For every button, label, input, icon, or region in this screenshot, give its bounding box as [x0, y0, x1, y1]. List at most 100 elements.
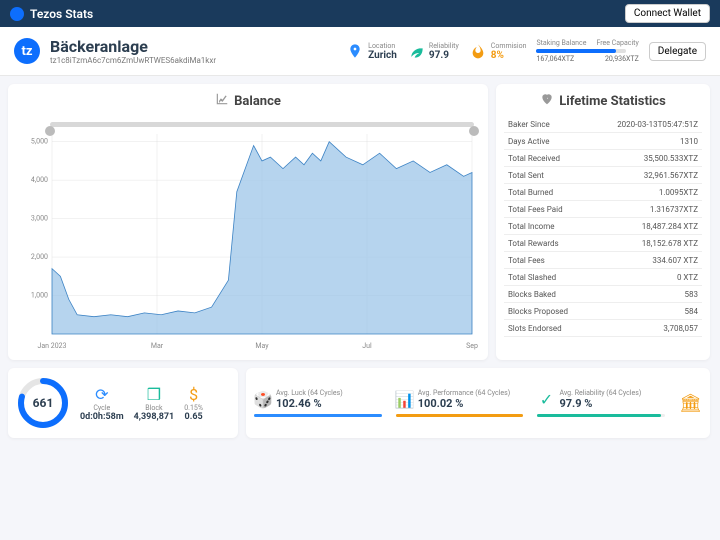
- stat-value: 334.607 XTZ: [590, 252, 702, 269]
- reliability-value: 97.9: [429, 50, 459, 61]
- free-capacity-value: 20,936XTZ: [605, 55, 639, 63]
- stat-value: 18,152.678 XTZ: [590, 235, 702, 252]
- stat-value: 3,708,057: [590, 320, 702, 337]
- location-label: Location: [368, 42, 397, 50]
- baker-avatar: tz: [14, 38, 40, 64]
- dice-icon: 🎲: [254, 391, 272, 409]
- stat-key: Baker Since: [504, 116, 590, 133]
- shield-check-icon: ✓: [537, 391, 555, 409]
- stat-value: 18,487.284 XTZ: [590, 218, 702, 235]
- table-row: Days Active1310: [504, 133, 702, 150]
- cycle-gauge: 661: [16, 376, 70, 430]
- stat-value: 0 XTZ: [590, 269, 702, 286]
- leaf-icon: [407, 42, 425, 60]
- lifetime-stats-table: Baker Since2020-03-13T05:47:51ZDays Acti…: [504, 116, 702, 337]
- free-capacity-label: Free Capacity: [596, 39, 638, 47]
- stat-key: Total Slashed: [504, 269, 590, 286]
- baker-name: Bäckeranlage: [50, 37, 216, 56]
- table-row: Total Sent32,961.567XTZ: [504, 167, 702, 184]
- stat-key: Slots Endorsed: [504, 320, 590, 337]
- avg-rel-label: Avg. Reliability (64 Cycles): [559, 389, 641, 397]
- avg-perf-label: Avg. Performance (64 Cycles): [418, 389, 510, 397]
- block-value: 4,398,871: [134, 412, 175, 422]
- commission-metric: Commision8%: [469, 42, 527, 61]
- stat-value: 1310: [590, 133, 702, 150]
- avg-luck-label: Avg. Luck (64 Cycles): [276, 389, 343, 397]
- table-row: Total Rewards18,152.678 XTZ: [504, 235, 702, 252]
- balance-card: Balance 1,0002,0003,0004,0005,000Jan 202…: [8, 84, 488, 360]
- heartbeat-icon: [540, 92, 554, 110]
- delegate-button[interactable]: Delegate: [649, 42, 706, 61]
- svg-text:5,000: 5,000: [31, 138, 48, 146]
- building-icon: 🏛: [679, 393, 702, 414]
- stat-value: 583: [590, 286, 702, 303]
- avg-rel-value: 97.9 %: [559, 397, 641, 410]
- balance-chart[interactable]: 1,0002,0003,0004,0005,000Jan 2023MarMayJ…: [16, 116, 480, 352]
- table-row: Total Burned1.0095XTZ: [504, 184, 702, 201]
- stat-value: 35,500.533XTZ: [590, 150, 702, 167]
- table-row: Total Income18,487.284 XTZ: [504, 218, 702, 235]
- svg-text:4,000: 4,000: [31, 176, 48, 184]
- table-row: Total Received35,500.533XTZ: [504, 150, 702, 167]
- table-row: Total Slashed0 XTZ: [504, 269, 702, 286]
- gauge-value: 661: [16, 376, 70, 430]
- map-marker-icon: [346, 42, 364, 60]
- baker-header: tz Bäckeranlage tz1c8iTzmA6c7cm6ZmUwRTWE…: [0, 27, 720, 76]
- stat-value: 32,961.567XTZ: [590, 167, 702, 184]
- stat-key: Total Sent: [504, 167, 590, 184]
- stat-key: Total Burned: [504, 184, 590, 201]
- staking-bar: [536, 49, 626, 53]
- table-row: Blocks Baked583: [504, 286, 702, 303]
- stat-key: Total Rewards: [504, 235, 590, 252]
- block-label: Block: [134, 404, 175, 412]
- flame-icon: [469, 42, 487, 60]
- location-metric: LocationZurich: [346, 42, 397, 61]
- svg-text:Jan 2023: Jan 2023: [37, 342, 66, 350]
- topbar: Tezos Stats Connect Wallet: [0, 0, 720, 27]
- stat-key: Blocks Baked: [504, 286, 590, 303]
- baker-address[interactable]: tz1c8iTzmA6c7cm6ZmUwRTWES6akdiMa1kxr: [50, 56, 216, 65]
- stat-value: 584: [590, 303, 702, 320]
- stat-key: Days Active: [504, 133, 590, 150]
- stat-key: Total Received: [504, 150, 590, 167]
- avg-performance: 📊 Avg. Performance (64 Cycles)100.02 %: [396, 389, 524, 417]
- stat-key: Total Fees Paid: [504, 201, 590, 218]
- stat-value: 2020-03-13T05:47:51Z: [590, 116, 702, 133]
- table-row: Total Fees334.607 XTZ: [504, 252, 702, 269]
- app-title: Tezos Stats: [30, 7, 93, 21]
- staking-balance-label: Staking Balance: [536, 39, 586, 47]
- staking-block: Staking Balance Free Capacity 167,064XTZ 2…: [536, 39, 638, 63]
- refresh-icon: ⟳: [80, 385, 124, 404]
- lifetime-card: Lifetime Statistics Baker Since2020-03-1…: [496, 84, 710, 360]
- reliability-metric: Reliability97.9: [407, 42, 459, 61]
- svg-text:Mar: Mar: [151, 342, 164, 350]
- cycle-label: Cycle: [80, 404, 124, 412]
- time-slider[interactable]: [50, 122, 474, 127]
- stat-key: Total Income: [504, 218, 590, 235]
- slider-handle-left[interactable]: [45, 126, 55, 136]
- inflation-label: 0.15%: [184, 404, 203, 412]
- cube-icon: ❒: [134, 385, 175, 404]
- lifetime-title: Lifetime Statistics: [559, 94, 666, 109]
- table-row: Slots Endorsed3,708,057: [504, 320, 702, 337]
- stat-value: 1.0095XTZ: [590, 184, 702, 201]
- commission-value: 8%: [491, 50, 527, 61]
- staking-balance-value: 167,064XTZ: [536, 55, 574, 63]
- connect-wallet-button[interactable]: Connect Wallet: [625, 4, 710, 23]
- slider-handle-right[interactable]: [469, 126, 479, 136]
- avg-perf-value: 100.02 %: [418, 397, 510, 410]
- avg-luck: 🎲 Avg. Luck (64 Cycles)102.46 %: [254, 389, 382, 417]
- avg-reliability: ✓ Avg. Reliability (64 Cycles)97.9 %: [537, 389, 665, 417]
- stat-key: Blocks Proposed: [504, 303, 590, 320]
- chart-bar-icon: 📊: [396, 391, 414, 409]
- inflation-value: 0.65: [184, 412, 203, 422]
- svg-text:3,000: 3,000: [31, 215, 48, 223]
- commission-label: Commision: [491, 42, 527, 50]
- svg-text:2,000: 2,000: [31, 253, 48, 261]
- svg-text:May: May: [255, 342, 269, 350]
- balance-title: Balance: [234, 94, 281, 109]
- svg-text:Sep: Sep: [466, 342, 478, 350]
- avg-luck-value: 102.46 %: [276, 397, 343, 410]
- dollar-icon: $: [184, 385, 203, 404]
- svg-text:Jul: Jul: [362, 342, 372, 350]
